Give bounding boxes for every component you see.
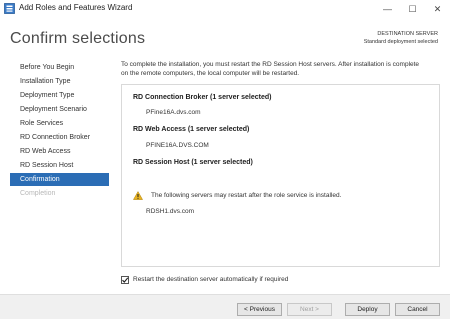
role-heading-rd-web-access: RD Web Access (1 server selected) bbox=[133, 126, 250, 133]
nav-item-confirmation[interactable]: Confirmation bbox=[10, 173, 109, 186]
role-server-rd-connection-broker: PFine16A.dvs.com bbox=[146, 109, 201, 116]
maximize-button[interactable]: ☐ bbox=[400, 0, 425, 18]
restart-warning-text: The following servers may restart after … bbox=[151, 192, 342, 199]
deploy-button[interactable]: Deploy bbox=[345, 303, 390, 316]
nav-item-completion: Completion bbox=[20, 190, 56, 197]
previous-button[interactable]: < Previous bbox=[237, 303, 282, 316]
destination-server-value: Standard deployment selected bbox=[363, 39, 438, 45]
wizard-footer: < Previous Next > Deploy Cancel bbox=[0, 294, 450, 319]
warning-icon bbox=[133, 191, 143, 200]
title-bar: Add Roles and Features Wizard — ☐ ✕ bbox=[0, 0, 450, 18]
server-manager-icon bbox=[4, 3, 15, 14]
nav-item-deployment-type[interactable]: Deployment Type bbox=[10, 89, 109, 102]
role-server-rd-session-host: RDSH1.dvs.com bbox=[146, 208, 195, 215]
nav-item-rd-connection-broker[interactable]: RD Connection Broker bbox=[10, 131, 109, 144]
nav-item-rd-web-access[interactable]: RD Web Access bbox=[10, 145, 109, 158]
restart-checkbox-label[interactable]: Restart the destination server automatic… bbox=[133, 276, 288, 283]
cancel-button[interactable]: Cancel bbox=[395, 303, 440, 316]
nav-item-role-services[interactable]: Role Services bbox=[10, 117, 109, 130]
window-title: Add Roles and Features Wizard bbox=[19, 3, 133, 12]
role-server-rd-web-access: PFINE16A.DVS.COM bbox=[146, 142, 209, 149]
next-button[interactable]: Next > bbox=[287, 303, 332, 316]
close-button[interactable]: ✕ bbox=[425, 0, 450, 18]
minimize-button[interactable]: — bbox=[375, 0, 400, 18]
role-heading-rd-session-host: RD Session Host (1 server selected) bbox=[133, 159, 253, 166]
intro-line-1: To complete the installation, you must r… bbox=[121, 61, 420, 68]
checkmark-icon bbox=[122, 277, 129, 283]
intro-text: To complete the installation, you must r… bbox=[121, 60, 443, 78]
nav-item-rd-session-host[interactable]: RD Session Host bbox=[10, 159, 109, 172]
nav-item-deployment-scenario[interactable]: Deployment Scenario bbox=[10, 103, 109, 116]
role-heading-rd-connection-broker: RD Connection Broker (1 server selected) bbox=[133, 94, 272, 101]
selection-summary-panel: RD Connection Broker (1 server selected)… bbox=[121, 84, 440, 267]
nav-item-installation-type[interactable]: Installation Type bbox=[10, 75, 109, 88]
nav-item-before-you-begin[interactable]: Before You Begin bbox=[10, 61, 109, 74]
destination-server-label: DESTINATION SERVER bbox=[377, 31, 438, 37]
intro-line-2: on the remote computers, the local compu… bbox=[121, 70, 300, 77]
page-title: Confirm selections bbox=[10, 30, 146, 47]
restart-checkbox[interactable] bbox=[121, 276, 129, 284]
